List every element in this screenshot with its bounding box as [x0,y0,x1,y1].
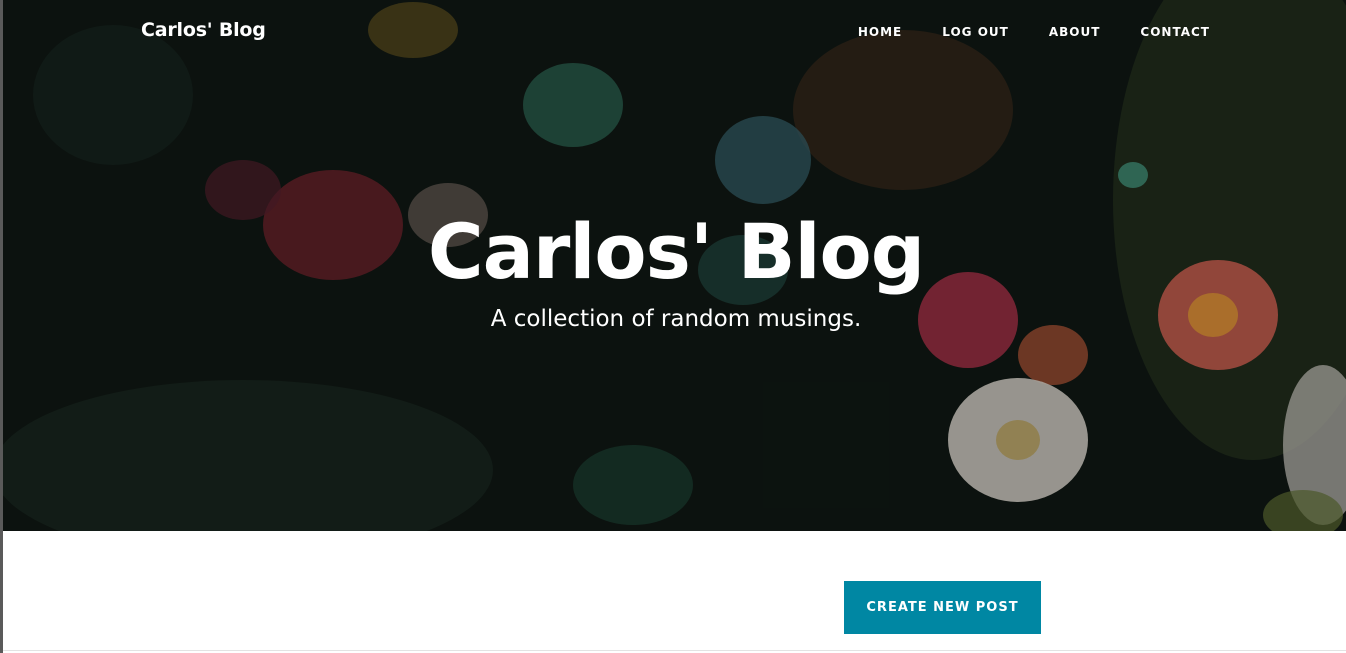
nav-link-log-out[interactable]: LOG OUT [922,24,1029,40]
nav-link-home[interactable]: HOME [838,24,922,40]
nav-link-contact[interactable]: CONTACT [1120,24,1210,40]
hero-header: Carlos' Blog HOME LOG OUT ABOUT CONTACT … [3,0,1346,531]
window-edge [0,0,3,653]
hero-subtitle: A collection of random musings. [490,306,862,332]
create-new-post-button[interactable]: CREATE NEW POST [844,581,1041,634]
main-nav: HOME LOG OUT ABOUT CONTACT [838,24,1210,40]
navbar-brand[interactable]: Carlos' Blog [141,19,266,41]
hero-title: Carlos' Blog [427,207,925,296]
nav-link-about[interactable]: ABOUT [1029,24,1121,40]
content-divider [3,650,1346,651]
